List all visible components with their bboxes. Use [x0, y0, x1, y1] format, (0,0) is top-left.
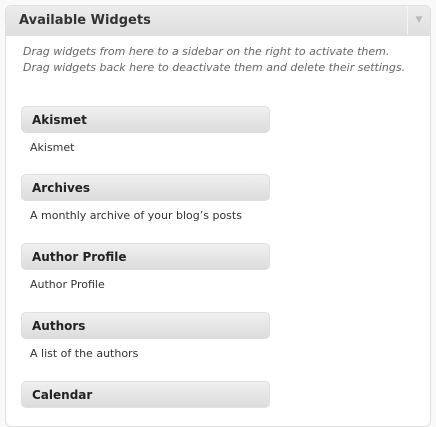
widget-authors[interactable]: Authors A list of the authors — [21, 312, 270, 360]
widget-archives[interactable]: Archives A monthly archive of your blog’… — [21, 174, 270, 222]
widget-description: Akismet — [30, 141, 75, 154]
widget-calendar[interactable]: Calendar — [21, 381, 270, 408]
collapse-arrow-icon[interactable]: ▼ — [407, 6, 430, 35]
widget-title[interactable]: Archives — [21, 174, 270, 201]
widget-title[interactable]: Calendar — [21, 381, 270, 408]
panel-header[interactable]: Available Widgets ▼ — [6, 6, 430, 36]
panel-title: Available Widgets — [19, 13, 151, 28]
widget-author-profile[interactable]: Author Profile Author Profile — [21, 243, 270, 291]
panel-description: Drag widgets from here to a sidebar on t… — [23, 45, 406, 74]
widget-akismet[interactable]: Akismet Akismet — [21, 106, 270, 154]
available-widgets-panel: Available Widgets ▼ Drag widgets from he… — [5, 5, 431, 427]
widget-title[interactable]: Author Profile — [21, 243, 270, 270]
widget-description: A list of the authors — [30, 347, 139, 360]
widget-description: A monthly archive of your blog’s posts — [30, 209, 242, 222]
widget-title[interactable]: Authors — [21, 312, 270, 339]
widget-title[interactable]: Akismet — [21, 106, 270, 133]
widget-description: Author Profile — [30, 278, 105, 291]
